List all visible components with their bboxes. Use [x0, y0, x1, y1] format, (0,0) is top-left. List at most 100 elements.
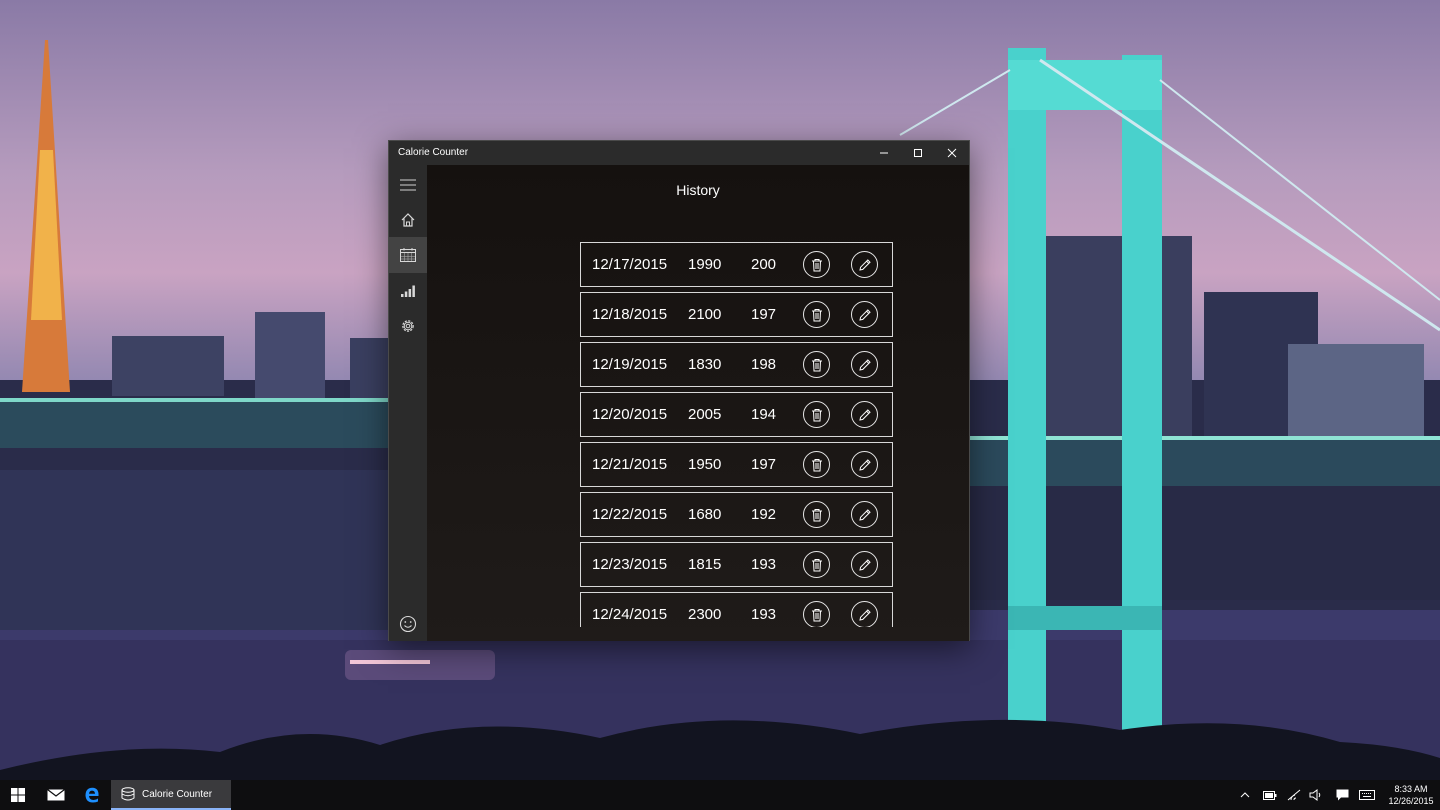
window-title: Calorie Counter: [398, 147, 469, 158]
edit-entry-button[interactable]: [851, 451, 878, 478]
nav-home-button[interactable]: [389, 202, 427, 238]
history-row: 12/22/2015 1680 192: [580, 492, 893, 537]
entry-date: 12/22/2015: [592, 506, 668, 523]
battery-tray-button[interactable]: [1260, 780, 1280, 810]
edit-entry-button[interactable]: [851, 551, 878, 578]
nav-sidebar: [389, 165, 427, 641]
delete-entry-button[interactable]: [803, 551, 830, 578]
history-list[interactable]: 12/17/2015 1990 200 12/18/2015 2100 197: [580, 242, 896, 627]
delete-entry-button[interactable]: [803, 351, 830, 378]
nav-history-button[interactable]: [389, 237, 427, 273]
entry-calories: 1680: [688, 506, 722, 523]
trash-icon: [811, 558, 822, 571]
pencil-icon: [858, 558, 871, 571]
volume-tray-button[interactable]: [1306, 780, 1326, 810]
smiley-icon: [399, 615, 417, 633]
feedback-button[interactable]: [389, 606, 427, 642]
start-button[interactable]: [0, 780, 36, 810]
gear-icon: [402, 320, 414, 332]
hamburger-menu-button[interactable]: [389, 167, 427, 203]
speaker-icon: [1309, 789, 1321, 801]
edit-entry-button[interactable]: [851, 501, 878, 528]
delete-entry-button[interactable]: [803, 401, 830, 428]
close-icon: [947, 148, 957, 158]
entry-date: 12/19/2015: [592, 356, 668, 373]
history-row: 12/17/2015 1990 200: [580, 242, 893, 287]
history-row: 12/19/2015 1830 198: [580, 342, 893, 387]
entry-weight: 200: [751, 256, 777, 273]
edit-entry-button[interactable]: [851, 251, 878, 278]
taskbar-clock[interactable]: 8:33 AM 12/26/2015: [1384, 783, 1438, 807]
home-icon: [401, 213, 415, 227]
history-row: 12/21/2015 1950 197: [580, 442, 893, 487]
history-row: 12/18/2015 2100 197: [580, 292, 893, 337]
entry-calories: 1990: [688, 256, 722, 273]
battery-icon: [1263, 790, 1277, 800]
entry-calories: 1950: [688, 456, 722, 473]
entry-weight: 193: [751, 556, 777, 573]
edit-entry-button[interactable]: [851, 401, 878, 428]
keyboard-icon: [1359, 790, 1375, 800]
close-button[interactable]: [935, 141, 969, 165]
history-row: 12/20/2015 2005 194: [580, 392, 893, 437]
entry-calories: 2100: [688, 306, 722, 323]
app-window: Calorie Counter History 12/17/2015 1990 …: [388, 140, 970, 641]
hamburger-menu-icon: [400, 179, 416, 191]
pencil-icon: [858, 358, 871, 371]
entry-date: 12/17/2015: [592, 256, 668, 273]
entry-date: 12/24/2015: [592, 606, 668, 623]
action-center-button[interactable]: [1332, 780, 1352, 810]
touch-keyboard-button[interactable]: [1356, 780, 1378, 810]
wifi-icon: [1287, 789, 1301, 801]
pencil-icon: [858, 408, 871, 421]
clock-time: 8:33 AM: [1394, 784, 1428, 794]
entry-date: 12/18/2015: [592, 306, 668, 323]
edit-entry-button[interactable]: [851, 351, 878, 378]
trash-icon: [811, 308, 822, 321]
delete-entry-button[interactable]: [803, 451, 830, 478]
delete-entry-button[interactable]: [803, 251, 830, 278]
history-row: 12/23/2015 1815 193: [580, 542, 893, 587]
pencil-icon: [858, 458, 871, 471]
history-page: History 12/17/2015 1990 200 12/18/2015 2…: [427, 165, 969, 641]
pencil-icon: [858, 308, 871, 321]
entry-weight: 193: [751, 606, 777, 623]
entry-weight: 198: [751, 356, 777, 373]
edge-taskbar-button[interactable]: [74, 780, 110, 810]
nav-stats-button[interactable]: [389, 273, 427, 309]
entry-calories: 1830: [688, 356, 722, 373]
maximize-icon: [914, 149, 922, 157]
network-tray-button[interactable]: [1284, 780, 1304, 810]
entry-date: 12/20/2015: [592, 406, 668, 423]
clock-date: 12/26/2015: [1388, 796, 1434, 806]
entry-calories: 2005: [688, 406, 722, 423]
mail-icon: [47, 789, 65, 801]
window-titlebar[interactable]: Calorie Counter: [389, 141, 969, 165]
maximize-button[interactable]: [901, 141, 935, 165]
entry-calories: 1815: [688, 556, 722, 573]
entry-date: 12/21/2015: [592, 456, 668, 473]
delete-entry-button[interactable]: [803, 501, 830, 528]
notification-icon: [1336, 789, 1348, 801]
calorie-counter-taskbar-button[interactable]: Calorie Counter: [111, 780, 231, 810]
edit-entry-button[interactable]: [851, 601, 878, 627]
page-title: History: [676, 182, 720, 198]
trash-icon: [811, 508, 822, 521]
delete-entry-button[interactable]: [803, 301, 830, 328]
windows-logo-icon: [11, 788, 25, 802]
trash-icon: [811, 458, 822, 471]
pencil-icon: [858, 258, 871, 271]
edit-entry-button[interactable]: [851, 301, 878, 328]
pencil-icon: [858, 508, 871, 521]
minimize-button[interactable]: [867, 141, 901, 165]
nav-settings-button[interactable]: [389, 308, 427, 344]
trash-icon: [811, 258, 822, 271]
calendar-icon: [400, 248, 416, 262]
delete-entry-button[interactable]: [803, 601, 830, 627]
app-stack-icon: [121, 787, 135, 801]
trash-icon: [811, 358, 822, 371]
show-hidden-icons-button[interactable]: [1236, 780, 1254, 810]
chevron-up-icon: [1240, 792, 1250, 798]
pencil-icon: [858, 608, 871, 621]
mail-taskbar-button[interactable]: [38, 780, 74, 810]
